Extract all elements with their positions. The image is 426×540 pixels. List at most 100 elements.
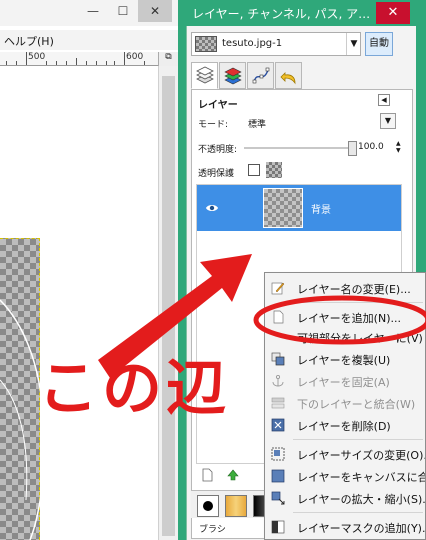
menu-item-layer-to-image-size[interactable]: レイヤーをキャンバスに合わせる: [265, 465, 425, 487]
menu-item-new-layer[interactable]: レイヤーを追加(N)...: [265, 306, 425, 328]
vertical-scrollbar[interactable]: [158, 66, 178, 540]
image-window: — ☐ ✕ ヘルプ(H) 500 600 ⧉: [0, 0, 178, 540]
tab-channels[interactable]: [219, 62, 246, 89]
menu-item-scale-layer[interactable]: レイヤーの拡大・縮小(S)...: [265, 487, 426, 509]
lock-alpha-checkbox[interactable]: [248, 164, 260, 176]
ruler-tick: [76, 58, 77, 65]
menu-item-new-from-visible[interactable]: 可視部分をレイヤーに(V): [265, 326, 425, 348]
image-name: tesuto.jpg-1: [222, 38, 283, 49]
merge-icon: [271, 397, 285, 409]
delete-icon: [271, 418, 285, 432]
menu-item-label: レイヤーマスクの追加(Y)...: [297, 522, 426, 535]
tab-undo-history[interactable]: [275, 62, 302, 89]
panel-title: レイヤー: [198, 100, 238, 111]
add-mask-icon: [271, 520, 285, 534]
image-canvas[interactable]: [0, 66, 158, 540]
transparent-layer-area: [0, 238, 40, 540]
close-button[interactable]: ✕: [138, 0, 172, 22]
tab-layers[interactable]: [191, 62, 218, 89]
menu-separator: [293, 439, 423, 440]
menu-item-delete-layer[interactable]: レイヤーを削除(D): [265, 414, 425, 436]
menu-item-add-layer-mask[interactable]: レイヤーマスクの追加(Y)...: [265, 516, 426, 538]
maximize-button[interactable]: ☐: [108, 0, 138, 22]
ruler-label: 500: [28, 52, 46, 62]
new-layer-icon[interactable]: [200, 468, 214, 482]
ruler-tick: [26, 52, 27, 65]
image-window-titlebar: — ☐ ✕: [0, 0, 178, 26]
panel-menu-icon[interactable]: ◀: [378, 94, 390, 106]
chevron-down-icon[interactable]: ▼: [380, 113, 396, 129]
ruler-tick: [144, 61, 145, 65]
ruler-label: 600: [126, 52, 144, 62]
scrollbar-thumb[interactable]: [162, 76, 175, 536]
layer-context-menu: レイヤー名の変更(E)... レイヤーを追加(N)... 可視部分をレイヤーに(…: [264, 272, 426, 540]
spin-arrows-icon[interactable]: ▲ ▼: [396, 140, 404, 154]
menu-item-label: レイヤーを削除(D): [297, 420, 391, 433]
opacity-label: 不透明度:: [198, 145, 238, 155]
ruler-tick: [96, 61, 97, 65]
opacity-value[interactable]: 100.0: [358, 142, 384, 152]
menu-item-label: 可視部分をレイヤーに(V): [297, 332, 423, 345]
image-thumbnail: [195, 36, 217, 52]
layer-name[interactable]: 背景: [311, 201, 331, 216]
menu-item-label: レイヤーサイズの変更(O)...: [297, 449, 426, 462]
menu-separator: [293, 302, 423, 303]
auto-button[interactable]: 自動: [365, 32, 393, 56]
menu-separator: [293, 512, 423, 513]
layer-row[interactable]: 背景: [197, 185, 401, 231]
chevron-down-icon[interactable]: ▼: [346, 33, 361, 55]
circle-brush-icon: [203, 501, 213, 511]
eye-icon[interactable]: [205, 201, 219, 215]
checkerboard-icon: [266, 162, 282, 178]
raise-layer-icon[interactable]: [226, 468, 240, 482]
menu-item-label: レイヤーを固定(A): [297, 376, 390, 389]
ruler-tick: [46, 61, 47, 65]
brush-label: ブラシ: [199, 525, 226, 535]
tab-paths[interactable]: [247, 62, 274, 89]
brush-circle-swatch[interactable]: [197, 495, 219, 517]
mode-label: モード:: [198, 120, 229, 130]
menu-item-label: レイヤーの拡大・縮小(S)...: [297, 493, 426, 506]
annotation-text: この辺: [38, 354, 230, 424]
menu-help[interactable]: ヘルプ(H): [4, 33, 54, 49]
menubar: ヘルプ(H): [0, 30, 178, 50]
ruler-tick: [86, 61, 87, 65]
scale-icon: [271, 491, 285, 505]
opacity-slider-thumb[interactable]: [348, 141, 357, 156]
ruler-tick: [124, 52, 125, 65]
resize-icon: [271, 447, 285, 461]
anchor-icon: [272, 374, 284, 387]
menu-item-label: レイヤー名の変更(E)...: [297, 283, 411, 296]
dock-title: レイヤー, チャンネル, パス, ア…: [192, 7, 371, 21]
navigate-icon[interactable]: ⧉: [158, 52, 178, 66]
menu-item-duplicate-layer[interactable]: レイヤーを複製(U): [265, 348, 425, 370]
menu-item-label: レイヤーを複製(U): [297, 354, 391, 367]
pattern-swatch[interactable]: [225, 495, 247, 517]
image-selector[interactable]: tesuto.jpg-1 ▼: [191, 32, 361, 56]
menu-item-label: 下のレイヤーと統合(W): [297, 398, 416, 411]
paths-icon: [252, 67, 270, 84]
ruler-tick: [56, 61, 57, 65]
duplicate-icon: [271, 352, 285, 366]
ruler-tick: [16, 61, 17, 65]
ruler-tick: [66, 61, 67, 65]
menu-item-label: レイヤーをキャンバスに合わせる: [297, 471, 425, 484]
menu-item-edit-attributes[interactable]: レイヤー名の変更(E)...: [265, 277, 425, 299]
dock-tabs: [191, 62, 413, 90]
menu-item-anchor-layer[interactable]: レイヤーを固定(A): [265, 370, 425, 392]
dock-close-button[interactable]: ✕: [376, 2, 410, 24]
ruler-tick: [114, 61, 115, 65]
minimize-button[interactable]: —: [78, 0, 108, 22]
layers-icon: [196, 66, 214, 84]
fit-canvas-icon: [271, 469, 285, 483]
layer-thumbnail: [263, 188, 303, 228]
channels-icon: [224, 67, 242, 85]
menu-item-merge-down[interactable]: 下のレイヤーと統合(W): [265, 392, 425, 414]
opacity-slider[interactable]: [244, 147, 354, 149]
horizontal-ruler[interactable]: 500 600: [0, 52, 158, 66]
menu-item-layer-boundary-size[interactable]: レイヤーサイズの変更(O)...: [265, 443, 426, 465]
mode-select[interactable]: 標準: [248, 117, 266, 130]
menu-item-label: レイヤーを追加(N)...: [297, 312, 401, 325]
undo-icon: [280, 72, 296, 85]
edit-icon: [271, 282, 285, 295]
